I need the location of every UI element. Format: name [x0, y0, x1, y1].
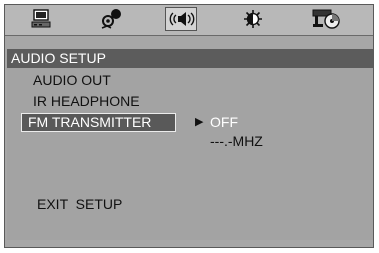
general-setup-icon — [30, 9, 52, 29]
menu-item-audio-out[interactable]: AUDIO OUT — [33, 72, 111, 89]
tab-general-setup[interactable] — [25, 7, 57, 31]
setup-category-bar — [5, 5, 373, 36]
preference-setup-icon — [311, 8, 341, 30]
setup-screen: AUDIO SETUP AUDIO OUT IR HEADPHONE FM TR… — [4, 4, 374, 248]
option-off[interactable]: OFF — [210, 114, 238, 131]
tab-video-setup[interactable] — [237, 7, 269, 31]
exit-setup-button[interactable]: EXIT SETUP — [37, 196, 122, 213]
tab-audio-setup[interactable] — [165, 7, 197, 31]
audio-setup-icon — [167, 9, 195, 29]
video-setup-icon — [243, 9, 263, 29]
menu-item-ir-headphone[interactable]: IR HEADPHONE — [33, 93, 140, 110]
option-frequency[interactable]: ---.-MHZ — [210, 133, 263, 150]
tab-speaker-setup[interactable] — [95, 7, 127, 31]
submenu-arrow-icon: ▶ — [195, 116, 204, 128]
menu-title: AUDIO SETUP — [7, 49, 373, 68]
menu-panel: AUDIO OUT IR HEADPHONE FM TRANSMITTER ▶ … — [7, 68, 373, 240]
speaker-setup-icon — [99, 8, 123, 30]
tab-preference-setup[interactable] — [310, 7, 342, 31]
menu-item-fm-transmitter[interactable]: FM TRANSMITTER — [21, 113, 177, 132]
